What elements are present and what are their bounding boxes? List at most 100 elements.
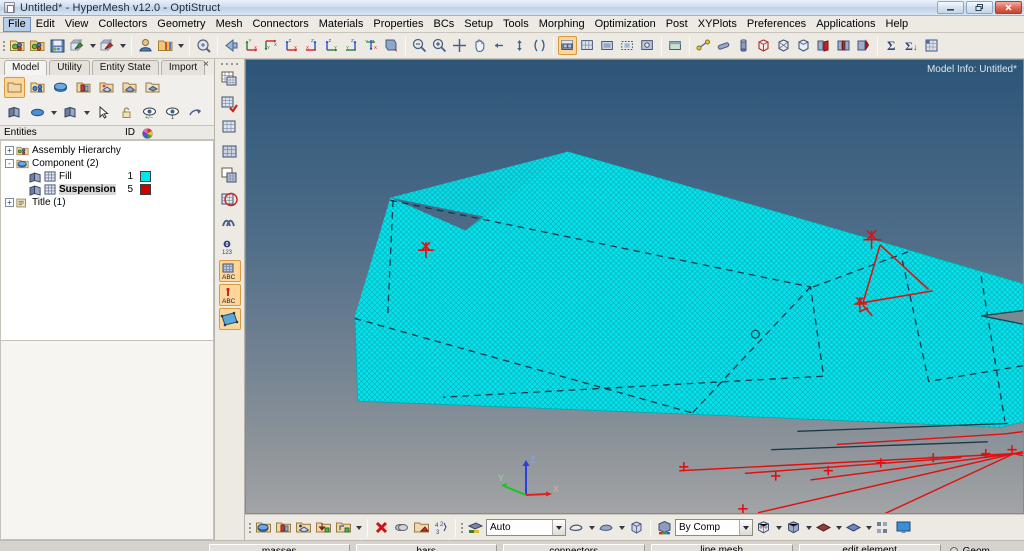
delete-icon[interactable]: [372, 518, 391, 537]
tree-row-title[interactable]: + Title (1): [1, 196, 213, 209]
zoom-in-icon[interactable]: [430, 36, 449, 55]
chevron-down-icon[interactable]: [552, 520, 565, 535]
tab-utility[interactable]: Utility: [49, 60, 90, 75]
mesh-display-dropdown-icon[interactable]: [83, 103, 91, 123]
feature-shade-icon[interactable]: [814, 518, 833, 537]
mesh-cube-icon[interactable]: [774, 36, 793, 55]
mask-icon[interactable]: [219, 68, 241, 90]
rotate-free-icon[interactable]: [530, 36, 549, 55]
menu-post[interactable]: Post: [661, 17, 693, 32]
node-edit-icon[interactable]: [694, 36, 713, 55]
transparent-shade-dropdown-icon[interactable]: [864, 518, 873, 537]
menu-xyplots[interactable]: XYPlots: [693, 17, 742, 32]
menu-connectors[interactable]: Connectors: [247, 17, 313, 32]
menu-file[interactable]: File: [3, 16, 31, 32]
hidden-line-icon[interactable]: [598, 36, 617, 55]
tree-row-component-group[interactable]: - Component (2): [1, 157, 213, 170]
wireframe-cube-dropdown-icon[interactable]: [774, 518, 783, 537]
expander-icon[interactable]: -: [5, 159, 14, 168]
pointer-icon[interactable]: [93, 102, 114, 123]
rotate-updown-icon[interactable]: [510, 36, 529, 55]
property-collector-icon[interactable]: [274, 518, 293, 537]
vtoolbar-grip[interactable]: [220, 61, 239, 66]
view-xy-icon[interactable]: Y X: [242, 36, 261, 55]
radio-button[interactable]: [949, 547, 958, 551]
menu-mesh[interactable]: Mesh: [211, 17, 248, 32]
rotate-left-icon[interactable]: [490, 36, 509, 55]
display-all-icon[interactable]: [4, 102, 25, 123]
plane-icon[interactable]: [218, 308, 241, 330]
save-model-icon[interactable]: [48, 36, 67, 55]
mask-all-icon[interactable]: [219, 140, 241, 162]
export-geometry-icon[interactable]: [98, 36, 117, 55]
menu-preferences[interactable]: Preferences: [742, 17, 811, 32]
transparent-shade-icon[interactable]: [844, 518, 863, 537]
monitor-icon[interactable]: [894, 518, 913, 537]
mesh-display-icon[interactable]: [60, 102, 81, 123]
wireframe-icon[interactable]: [578, 36, 597, 55]
shell-mesh-dropdown-icon[interactable]: [617, 518, 626, 537]
view-zx-icon[interactable]: Z X: [282, 36, 301, 55]
mesh-mode-select[interactable]: Auto: [486, 519, 566, 536]
mask-selected-icon[interactable]: [219, 92, 241, 114]
view-back-icon[interactable]: [222, 36, 241, 55]
mask-circle-icon[interactable]: [219, 188, 241, 210]
organize-icon[interactable]: [392, 518, 411, 537]
folder-blank-icon[interactable]: [4, 77, 25, 98]
view-zy-icon[interactable]: Z Y: [322, 36, 341, 55]
zoom-out-icon[interactable]: [410, 36, 429, 55]
summation-icon[interactable]: Σ: [882, 36, 901, 55]
color-swatch[interactable]: [140, 184, 151, 195]
reorder-icon[interactable]: 4 2 3: [432, 518, 451, 537]
close-button[interactable]: [995, 1, 1022, 14]
solid-cube-icon[interactable]: [794, 36, 813, 55]
export-solver-icon[interactable]: [68, 36, 87, 55]
export-geometry-dropdown-icon[interactable]: [118, 36, 127, 55]
menu-bcs[interactable]: BCs: [429, 17, 460, 32]
line-mesh-button[interactable]: line mesh: [650, 544, 793, 551]
toolbar-grip[interactable]: [2, 37, 6, 55]
shade-icon[interactable]: [27, 102, 48, 123]
shaded-elements-icon[interactable]: [558, 36, 577, 55]
assembly-icon[interactable]: [27, 77, 48, 98]
material-collector-icon[interactable]: [294, 518, 313, 537]
tree-row-assembly-hierarchy[interactable]: + Assembly Hierarchy: [1, 144, 213, 157]
renumber-icon[interactable]: [412, 518, 431, 537]
transparent-icon[interactable]: [618, 36, 637, 55]
visual-mode-icon[interactable]: [666, 36, 685, 55]
graphics-viewport[interactable]: Model Info: Untitled* 1CAE.COM Z Y X: [245, 59, 1024, 514]
book-left-icon[interactable]: [814, 36, 833, 55]
masses-button[interactable]: masses: [208, 544, 350, 551]
chevron-down-icon[interactable]: [739, 520, 752, 535]
menu-collectors[interactable]: Collectors: [93, 17, 152, 32]
tree-row-fill[interactable]: Fill 1: [1, 170, 213, 183]
color-palette-dropdown-icon[interactable]: [176, 36, 185, 55]
system-collector-icon[interactable]: [142, 77, 163, 98]
auto-mesh-icon[interactable]: [466, 518, 485, 537]
menu-edit[interactable]: Edit: [31, 17, 60, 32]
feature-lines-icon[interactable]: [638, 36, 657, 55]
property-icon[interactable]: [73, 77, 94, 98]
pan-hand-icon[interactable]: [470, 36, 489, 55]
surface-mesh-icon[interactable]: [567, 518, 586, 537]
color-swatch[interactable]: [140, 171, 151, 182]
book-right-icon[interactable]: [854, 36, 873, 55]
by-comp-icon[interactable]: [655, 518, 674, 537]
solid-mesh-icon[interactable]: [627, 518, 646, 537]
material-icon[interactable]: [96, 77, 117, 98]
menu-applications[interactable]: Applications: [811, 17, 880, 32]
menu-setup[interactable]: Setup: [459, 17, 498, 32]
view-yx-icon[interactable]: Y X: [262, 36, 281, 55]
meshmode-grip[interactable]: [460, 519, 464, 537]
exploded-icon[interactable]: [874, 518, 893, 537]
feature-shade-dropdown-icon[interactable]: [834, 518, 843, 537]
tree-row-suspension[interactable]: Suspension 5: [1, 183, 213, 196]
shaded-cube-dropdown-icon[interactable]: [804, 518, 813, 537]
export-solver-dropdown-icon[interactable]: [88, 36, 97, 55]
tab-entity-state[interactable]: Entity State: [91, 60, 159, 75]
tab-import[interactable]: Import: [160, 60, 206, 75]
view-iso-icon[interactable]: [382, 36, 401, 55]
menu-morphing[interactable]: Morphing: [534, 17, 590, 32]
surface-mesh-dropdown-icon[interactable]: [587, 518, 596, 537]
edit-element-button[interactable]: edit element: [798, 544, 941, 551]
